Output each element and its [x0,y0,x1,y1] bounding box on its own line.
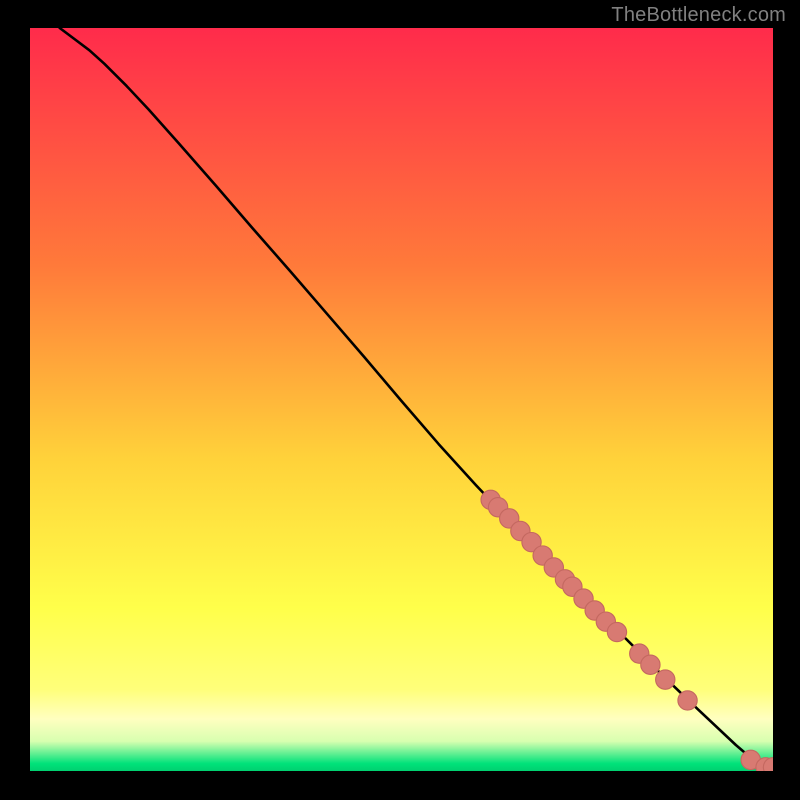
chart-stage: TheBottleneck.com [0,0,800,800]
watermark-text: TheBottleneck.com [611,4,786,27]
data-point [678,691,697,710]
plot-area [30,28,773,771]
data-point [607,622,626,641]
data-point [656,670,675,689]
chart-svg [30,28,773,771]
data-point [641,655,660,674]
